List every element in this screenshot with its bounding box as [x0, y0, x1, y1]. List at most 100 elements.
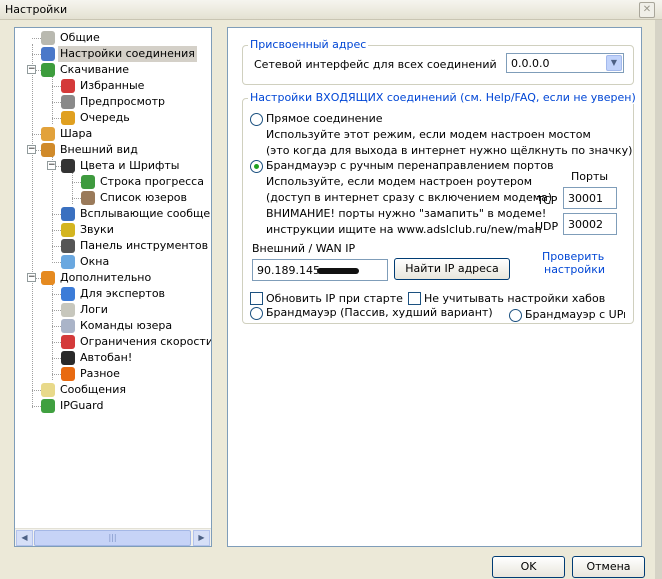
tree-connector	[72, 172, 73, 204]
settings-tree[interactable]: Общие Настройки соединения Скачивание − Избр…	[14, 27, 212, 547]
log-icon	[61, 303, 75, 317]
tree-item-label: Предпросмотр	[80, 95, 165, 108]
tree-item-label: IPGuard	[60, 399, 104, 412]
tree-item-label: Строка прогресса	[100, 175, 204, 188]
interface-select[interactable]: 0.0.0.0 ▼	[506, 53, 624, 73]
direct-connection-radio[interactable]	[250, 113, 263, 126]
tree-item-label: Шара	[60, 127, 93, 140]
tree-connector	[32, 54, 41, 55]
tree-item-label: Скачивание	[60, 63, 130, 76]
collapse-icon[interactable]: −	[27, 145, 36, 154]
tree-connector	[52, 294, 61, 295]
update-ip-checkbox[interactable]	[250, 292, 263, 305]
tree-connector	[52, 358, 61, 359]
tree-item-label: Окна	[80, 255, 110, 268]
tree-connector	[32, 390, 41, 391]
check-settings-link-line-2[interactable]: настройки	[544, 263, 605, 276]
interface-label: Сетевой интерфейс для всех соединений	[254, 58, 497, 71]
ipguard-icon	[41, 399, 55, 413]
tree-connector	[52, 342, 61, 343]
tree-item-label: Ограничения скорости	[80, 335, 211, 348]
upnp-firewall-label[interactable]: Брандмауэр с UPnP (	[525, 308, 625, 321]
tree-item-label: Разное	[80, 367, 120, 380]
gear-icon	[41, 31, 55, 45]
tree-item-label: Всплывающие сообщения	[80, 207, 211, 220]
udp-port-value: 30002	[568, 218, 603, 231]
chevron-down-icon[interactable]: ▼	[606, 55, 622, 71]
tree-connector	[72, 182, 81, 183]
tree-item-label: Цвета и Шрифты	[80, 159, 180, 172]
sound-icon	[61, 223, 75, 237]
ignore-hubs-checkbox[interactable]	[408, 292, 421, 305]
tree-connector	[32, 44, 33, 408]
wan-ip-value: 90.189.145.	[257, 264, 324, 277]
ok-button[interactable]: OK	[492, 556, 565, 578]
scroll-left-icon[interactable]: ◀	[16, 530, 33, 546]
firewall-desc-2: (доступ в интернет сразу с включением мо…	[266, 191, 553, 204]
tree-connector	[52, 118, 61, 119]
collapse-icon[interactable]: −	[47, 161, 56, 170]
tree-item-label: Сообщения	[60, 383, 127, 396]
connection-settings-panel: Присвоенный адрес Сетевой интерфейс для …	[227, 27, 642, 547]
upnp-firewall-radio[interactable]	[509, 309, 522, 322]
check-settings-link-line-1[interactable]: Проверить	[542, 250, 604, 263]
wan-ip-label: Внешний / WAN IP	[252, 242, 356, 255]
passive-firewall-radio[interactable]	[250, 307, 263, 320]
tree-item-label: Общие	[60, 31, 100, 44]
tree-item-label: Логи	[80, 303, 108, 316]
tree-item-label: Команды юзера	[80, 319, 173, 332]
assigned-address-legend: Присвоенный адрес	[248, 38, 369, 51]
close-icon[interactable]: ✕	[639, 2, 655, 18]
popup-icon	[61, 207, 75, 221]
expert-icon	[61, 287, 75, 301]
tree-connector	[72, 198, 81, 199]
scroll-thumb[interactable]: |||	[34, 530, 191, 546]
collapse-icon[interactable]: −	[27, 65, 36, 74]
tree-connector	[52, 86, 61, 87]
tcp-port-value: 30001	[568, 192, 603, 205]
share-icon	[41, 127, 55, 141]
wan-ip-input[interactable]: 90.189.145.	[252, 259, 388, 281]
tree-item-label: Очередь	[80, 111, 130, 124]
tree-item-label: Дополнительно	[60, 271, 152, 284]
tree-item-label: Панель инструментов	[80, 239, 209, 252]
collapse-icon[interactable]: −	[27, 273, 36, 282]
scroll-right-icon[interactable]: ▶	[193, 530, 210, 546]
tree-connector	[52, 310, 61, 311]
advanced-icon	[41, 271, 55, 285]
tree-item-label: Для экспертов	[80, 287, 166, 300]
progress-icon	[81, 175, 95, 189]
tree-connector	[52, 262, 61, 263]
cancel-button[interactable]: Отмена	[572, 556, 645, 578]
passive-firewall-label[interactable]: Брандмауэр (Пассив, худший вариант)	[266, 306, 493, 319]
update-ip-label[interactable]: Обновить IP при старте	[266, 292, 403, 305]
tcp-port-input[interactable]: 30001	[563, 187, 617, 209]
queue-icon	[61, 111, 75, 125]
direct-connection-label[interactable]: Прямое соединение	[266, 112, 383, 125]
tree-content: Общие Настройки соединения Скачивание − Избр…	[15, 28, 211, 528]
tree-connector	[52, 230, 61, 231]
users-icon	[81, 191, 95, 205]
tree-connector	[52, 374, 61, 375]
udp-port-input[interactable]: 30002	[563, 213, 617, 235]
tree-connector	[52, 246, 61, 247]
manual-firewall-label[interactable]: Брандмауэр с ручным перенаправлением пор…	[266, 159, 554, 172]
tree-item-label: Внешний вид	[60, 143, 138, 156]
tree-connector	[52, 284, 53, 380]
ignore-hubs-label[interactable]: Не учитывать настройки хабов	[424, 292, 605, 305]
incoming-settings-legend: Настройки ВХОДЯЩИХ соединений (см. Help/…	[248, 91, 638, 104]
tree-connector	[32, 134, 41, 135]
speed-limit-icon	[61, 335, 75, 349]
ban-icon	[61, 351, 75, 365]
tree-connector	[32, 406, 41, 407]
palette-icon	[61, 159, 75, 173]
window-title: Настройки	[5, 3, 68, 16]
tree-item-label: Звуки	[80, 223, 114, 236]
find-ip-button[interactable]: Найти IP адреса	[394, 258, 510, 280]
manual-firewall-radio[interactable]	[250, 160, 263, 173]
direct-desc-2: (это когда для выхода в интернет нужно щ…	[266, 144, 633, 157]
tree-horizontal-scrollbar[interactable]: ◀ ||| ▶	[15, 528, 211, 546]
tree-connector	[32, 38, 41, 39]
window-edge	[655, 20, 662, 579]
tree-connector	[52, 214, 61, 215]
